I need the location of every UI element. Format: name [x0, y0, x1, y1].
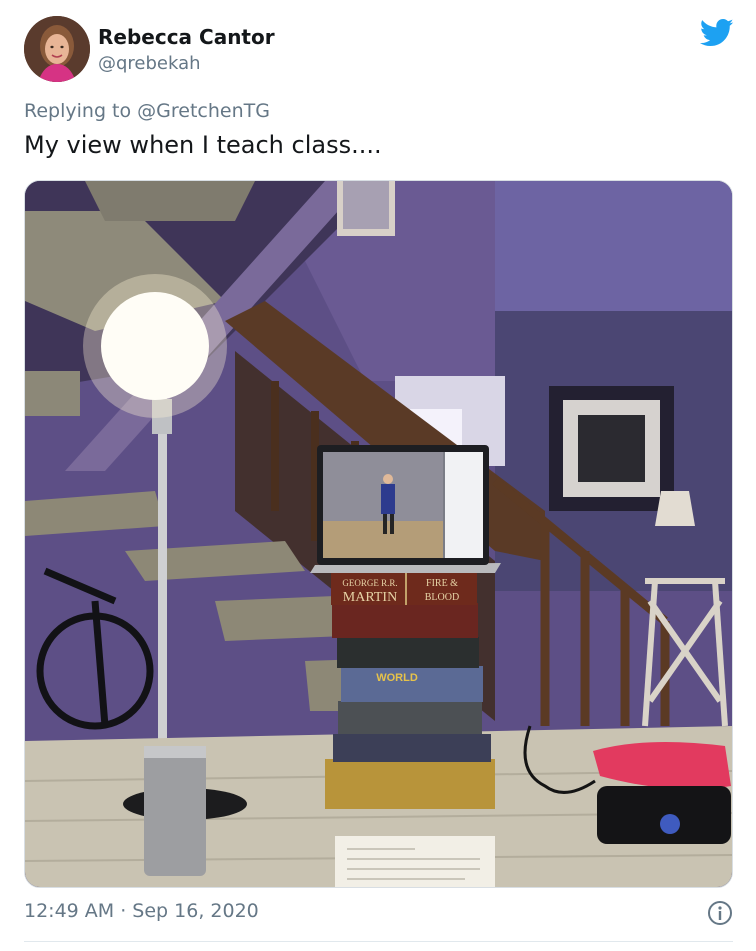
book-spine-author-line: GEORGE R.R.	[342, 578, 397, 588]
book-yellow	[325, 759, 495, 809]
author-display-name[interactable]: Rebecca Cantor	[98, 25, 275, 49]
author-handle[interactable]: @qrebekah	[98, 53, 201, 74]
reply-prefix: Replying to	[24, 100, 138, 122]
book-spine-title-line2: BLOOD	[425, 592, 459, 603]
reply-context: Replying to @GretchenTG	[24, 100, 270, 122]
info-icon[interactable]	[707, 900, 733, 926]
book-spine-world: WORLD	[376, 672, 418, 684]
tweet-text: My view when I teach class....	[24, 131, 382, 159]
divider	[24, 941, 733, 942]
tweet-timestamp[interactable]: 12:49 AM · Sep 16, 2020	[24, 900, 259, 922]
book-spine-title-line1: FIRE &	[426, 578, 458, 589]
book-spine-author-name: MARTIN	[343, 590, 397, 605]
avatar[interactable]	[24, 16, 90, 82]
tweet-card: Rebecca Cantor @qrebekah Replying to @Gr…	[0, 0, 756, 951]
tweet-photo[interactable]: GEORGE R.R. MARTIN FIRE & BLOOD WORLD	[24, 180, 733, 888]
reply-mention-link[interactable]: @GretchenTG	[137, 100, 270, 122]
twitter-bird-icon[interactable]	[700, 18, 734, 48]
